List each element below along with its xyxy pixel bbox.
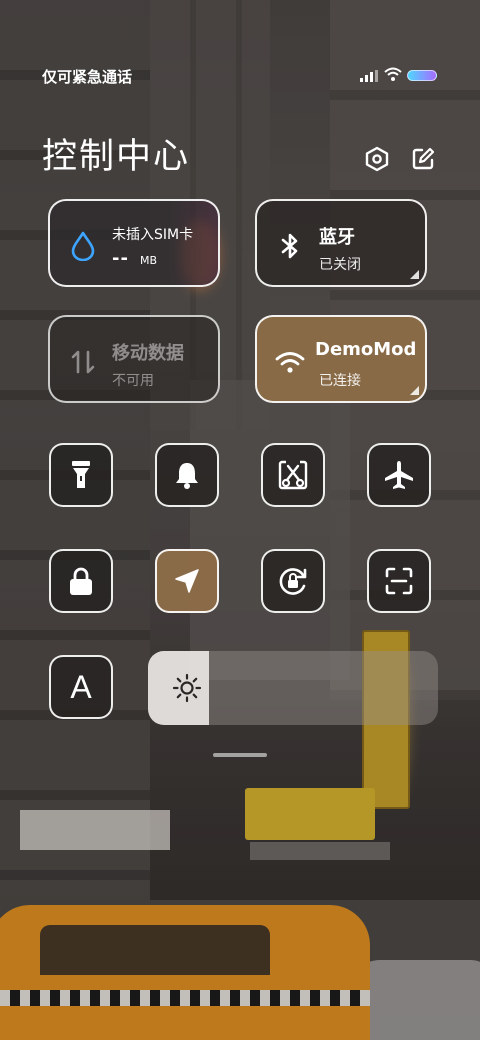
data-usage-value: -- bbox=[112, 248, 129, 269]
signal-icon bbox=[360, 70, 378, 82]
font-letter-icon: A bbox=[70, 668, 92, 705]
screenshot-scissors-icon bbox=[278, 460, 308, 490]
bluetooth-icon bbox=[275, 231, 305, 261]
bell-icon bbox=[176, 463, 198, 489]
settings-button[interactable] bbox=[362, 144, 392, 174]
airplane-icon bbox=[385, 461, 413, 489]
expand-corner-icon[interactable] bbox=[410, 386, 419, 395]
font-size-toggle[interactable]: A bbox=[49, 655, 113, 719]
wifi-status: 已连接 bbox=[319, 373, 361, 389]
water-drop-icon bbox=[68, 231, 98, 261]
brightness-slider[interactable] bbox=[148, 651, 438, 725]
flashlight-icon bbox=[72, 461, 90, 488]
mobile-data-status: 不可用 bbox=[112, 373, 154, 389]
ringtone-toggle[interactable] bbox=[155, 443, 219, 507]
scanner-icon bbox=[385, 567, 413, 595]
flashlight-toggle[interactable] bbox=[49, 443, 113, 507]
mobile-data-label: 移动数据 bbox=[112, 343, 184, 364]
page-indicator bbox=[213, 753, 267, 757]
data-arrows-icon bbox=[68, 347, 98, 377]
location-icon bbox=[175, 569, 199, 593]
mobile-data-tile[interactable]: 移动数据 不可用 bbox=[48, 315, 220, 403]
bluetooth-label: 蓝牙 bbox=[319, 227, 355, 248]
edit-button[interactable] bbox=[408, 144, 438, 174]
screenshot-toggle[interactable] bbox=[261, 443, 325, 507]
sun-icon bbox=[172, 673, 202, 703]
page-title: 控制中心 bbox=[42, 137, 191, 177]
wifi-icon bbox=[275, 347, 305, 377]
carrier-status-text: 仅可紧急通话 bbox=[42, 68, 133, 86]
hexagon-settings-icon bbox=[365, 146, 389, 172]
bluetooth-status: 已关闭 bbox=[319, 257, 361, 273]
expand-corner-icon[interactable] bbox=[410, 270, 419, 279]
sim-status-text: 未插入SIM卡 bbox=[112, 227, 194, 243]
sim-data-usage-tile[interactable]: 未插入SIM卡 -- MB bbox=[48, 199, 220, 287]
bluetooth-tile[interactable]: 蓝牙 已关闭 bbox=[255, 199, 427, 287]
data-usage-unit: MB bbox=[140, 254, 158, 267]
rotation-lock-toggle[interactable] bbox=[261, 549, 325, 613]
scanner-toggle[interactable] bbox=[367, 549, 431, 613]
location-toggle[interactable] bbox=[155, 549, 219, 613]
lock-icon bbox=[70, 567, 92, 595]
lock-screen-toggle[interactable] bbox=[49, 549, 113, 613]
wifi-network-name: DemoMod bbox=[315, 339, 415, 360]
wifi-tile[interactable]: DemoMod 已连接 bbox=[255, 315, 427, 403]
battery-icon bbox=[407, 70, 437, 81]
edit-icon bbox=[412, 147, 435, 170]
wifi-status-icon bbox=[384, 67, 402, 81]
rotation-lock-icon bbox=[279, 568, 307, 595]
airplane-mode-toggle[interactable] bbox=[367, 443, 431, 507]
status-bar: 仅可紧急通话 bbox=[0, 60, 480, 90]
